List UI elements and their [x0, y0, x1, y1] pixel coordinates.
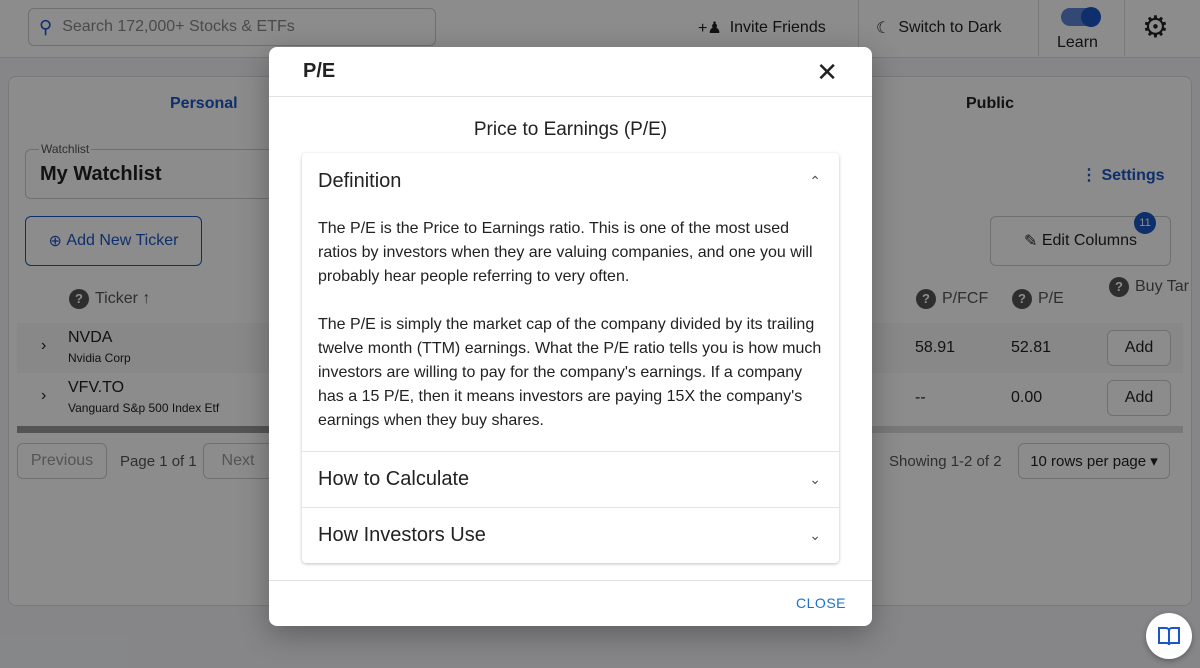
chevron-down-icon: ⌄: [809, 471, 821, 487]
definition-content: The P/E is the Price to Earnings ratio. …: [318, 220, 822, 429]
chevron-up-icon: ⌃: [809, 172, 821, 189]
pe-dialog: P/E ✕ Price to Earnings (P/E) Definition ⌃…: [269, 47, 872, 626]
accordion-how-to-calculate[interactable]: How to Calculate ⌄: [302, 451, 839, 507]
close-icon[interactable]: ✕: [816, 59, 838, 85]
close-button[interactable]: CLOSE: [796, 595, 846, 611]
chevron-down-icon: ⌄: [809, 527, 821, 543]
accordion: Definition ⌃ The P/E is the Price to Earn…: [302, 153, 839, 563]
dialog-subtitle: Price to Earnings (P/E): [473, 119, 668, 140]
accordion-definition[interactable]: Definition ⌃: [302, 153, 839, 209]
dialog-title: P/E: [303, 60, 336, 82]
accordion-how-investors-use[interactable]: How Investors Use ⌄: [302, 507, 839, 563]
book-icon[interactable]: [1146, 613, 1192, 659]
